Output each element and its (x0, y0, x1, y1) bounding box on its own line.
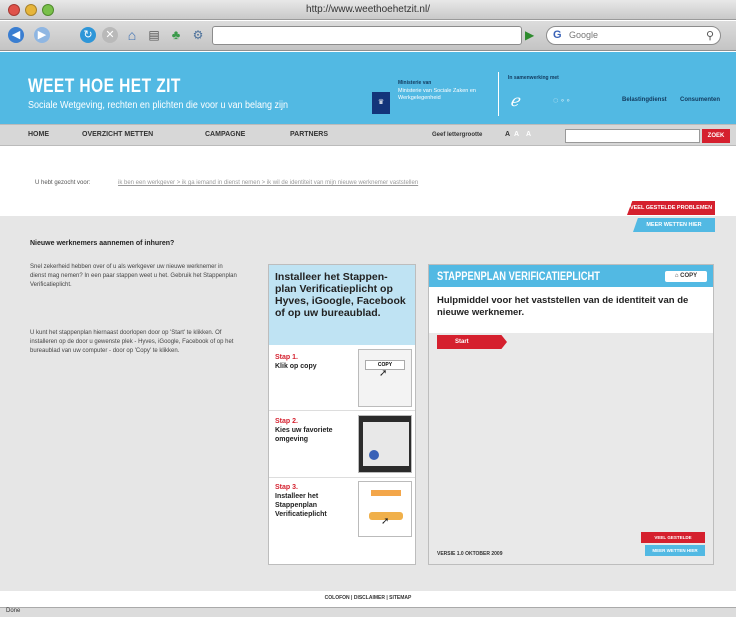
main-navigation: HOME OVERZICHT METTEN CAMPAGNE PARTNERS … (0, 124, 736, 146)
forward-arrow-icon[interactable]: ▶ (34, 27, 50, 43)
window-title: http://www.weethoehetzit.nl/ (306, 4, 430, 15)
address-bar[interactable] (212, 26, 522, 45)
back-arrow-icon[interactable]: ◀ (8, 27, 24, 43)
app-icon (369, 450, 379, 460)
partner-logo2-icon: ◌ ◦ ◦ (553, 95, 570, 105)
browser-toolbar: ◀ ▶ ↻ ✕ ⌂ ▤ ♣ ⚙ ▶ G Google ⚲ (0, 21, 736, 51)
gov-label: Ministerie van (398, 80, 432, 86)
search-button[interactable]: ZOEK (702, 129, 730, 143)
widget-description: Hulpmiddel voor het vaststellen van de i… (429, 287, 713, 333)
partner-belastingdienst[interactable]: Belastingdienst (622, 97, 667, 103)
widget-more-ribbon[interactable]: MEER WETTEN HIER (645, 545, 705, 556)
install-steps-panel: Installeer het Stappen-plan Verificatiep… (268, 264, 416, 565)
intro-paragraph: Snel zekerheid hebben over of u als werk… (30, 264, 237, 288)
font-size-label: Geef lettergrootte (432, 132, 483, 138)
house-icon: ⌂ (674, 273, 679, 279)
start-button[interactable]: Start (437, 335, 507, 349)
bookmark-icon[interactable]: ♣ (168, 27, 184, 43)
font-size-large[interactable]: A (526, 131, 531, 138)
government-emblem-icon: ♛ (372, 92, 390, 114)
install-heading: Installeer het Stappen-plan Verificatiep… (269, 265, 415, 345)
step-1: Stap 1. Klik op copy (275, 353, 355, 371)
font-size-medium[interactable]: A (514, 131, 519, 138)
gov-ministry-name: Ministerie van Sociale Zaken en Werkgele… (398, 88, 476, 102)
step-2: Stap 2. Kies uw favoriete omgeving (275, 417, 355, 444)
step3-screenshot: ➚ (358, 481, 412, 537)
copy-button[interactable]: ⌂ COPY (665, 271, 707, 282)
stop-icon[interactable]: ✕ (102, 27, 118, 43)
partner-consumenten[interactable]: Consumenten (680, 97, 720, 103)
widget-version: VERSIE 1.0 OKTOBER 2009 (437, 551, 503, 557)
nav-overzicht[interactable]: OVERZICHT METTEN (82, 131, 153, 138)
stappenplan-widget: STAPPENPLAN VERIFICATIEPLICHT ⌂ COPY Hul… (428, 264, 714, 565)
screenshot-content (363, 422, 409, 466)
widget-bar (371, 490, 401, 496)
step-number: Stap 1. (275, 354, 298, 361)
step-text: Installeer het Stappenplan Verificatiepl… (275, 493, 327, 518)
browser-window: http://www.weethoehetzit.nl/ ◀ ▶ ↻ ✕ ⌂ ▤… (0, 0, 736, 617)
status-text: Done (6, 608, 21, 614)
step2-screenshot (358, 415, 412, 473)
cursor-icon: ➚ (381, 516, 390, 527)
step-text: Klik op copy (275, 363, 317, 370)
go-arrow-icon[interactable]: ▶ (525, 28, 534, 42)
site-search-input[interactable] (565, 129, 700, 143)
site-subtitle: Sociale Wetgeving, rechten en plichten d… (28, 100, 289, 111)
cursor-icon: ➚ (379, 368, 388, 379)
site-logo-title[interactable]: WEET HOE HET ZIT (28, 76, 181, 98)
copy-label: COPY (680, 273, 698, 279)
step-3: Stap 3. Installeer het Stappenplan Verif… (275, 483, 355, 519)
step-number: Stap 2. (275, 418, 298, 425)
step-number: Stap 3. (275, 484, 298, 491)
intro-paragraph-2: U kunt het stappenplan hiernaast doorlop… (30, 330, 234, 354)
nav-home[interactable]: HOME (28, 131, 49, 138)
nav-partners[interactable]: PARTNERS (290, 131, 328, 138)
intro-heading: Nieuwe werknemers aannemen of inhuren? (30, 240, 175, 247)
print-icon[interactable]: ▤ (146, 27, 162, 43)
partner-logo-icon: ℯ (510, 93, 520, 110)
step1-screenshot: COPY ➚ (358, 349, 412, 407)
more-laws-ribbon-button[interactable]: MEER WETTEN HIER (633, 218, 715, 232)
nav-campagne[interactable]: CAMPAGNE (205, 131, 245, 138)
widget-header: STAPPENPLAN VERIFICATIEPLICHT ⌂ COPY (429, 265, 713, 287)
divider (269, 477, 415, 478)
font-size-small[interactable]: A (505, 131, 510, 138)
reload-icon[interactable]: ↻ (80, 27, 96, 43)
header-divider (498, 72, 499, 116)
breadcrumb-label: U hebt gezocht voor: (35, 180, 91, 186)
divider (269, 410, 415, 411)
magnifier-icon[interactable]: ⚲ (706, 29, 714, 42)
footer-links[interactable]: COLOFON | DISCLAIMER | SITEMAP (0, 595, 736, 601)
search-placeholder: Google (569, 30, 599, 40)
breadcrumb[interactable]: ik ben een werkgever > ik ga iemand in d… (118, 180, 418, 186)
google-icon: G (553, 29, 562, 41)
window-titlebar: http://www.weethoehetzit.nl/ (0, 0, 736, 20)
widget-title: STAPPENPLAN VERIFICATIEPLICHT (437, 269, 600, 283)
browser-search-input[interactable]: G Google ⚲ (546, 26, 721, 45)
home-icon[interactable]: ⌂ (124, 27, 140, 43)
step-text: Kies uw favoriete omgeving (275, 427, 333, 443)
settings-icon[interactable]: ⚙ (190, 27, 206, 43)
widget-faq-ribbon[interactable]: VEEL GESTELDE PROBLEMEN (641, 532, 705, 551)
status-bar (0, 607, 736, 617)
faq-ribbon-button[interactable]: VEEL GESTELDE PROBLEMEN (627, 201, 715, 215)
partners-label: In samenwerking met (508, 75, 559, 81)
